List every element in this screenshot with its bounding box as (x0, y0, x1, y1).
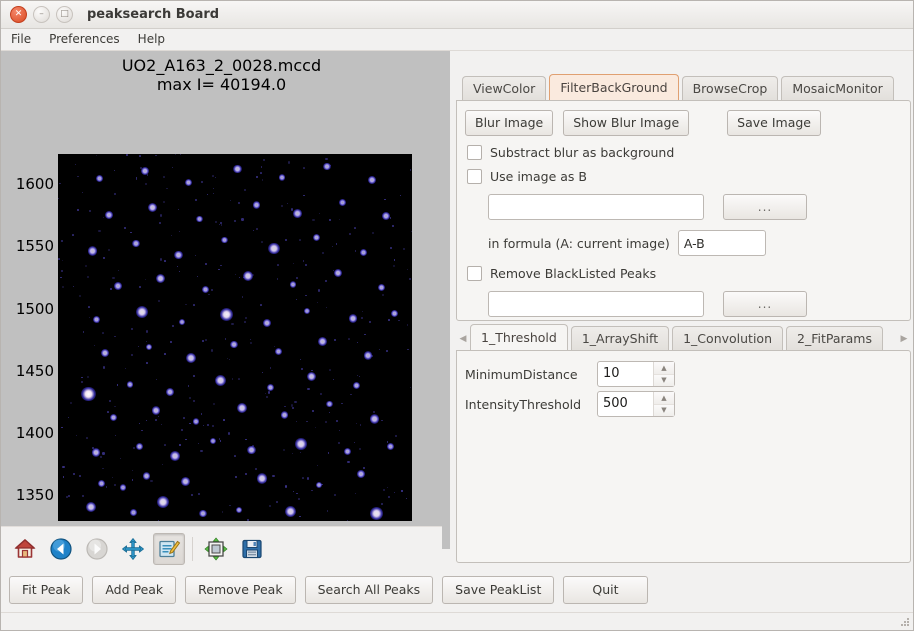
tab-filterbackground[interactable]: FilterBackGround (549, 74, 679, 101)
minimum-distance-value[interactable]: 10 (598, 362, 653, 386)
blacklist-path-input[interactable] (488, 291, 704, 317)
menu-item-preferences[interactable]: Preferences (49, 31, 129, 48)
subtract-blur-checkbox[interactable] (467, 145, 482, 160)
toolbar-separator (192, 536, 193, 561)
subtract-blur-label: Substract blur as background (490, 145, 675, 160)
intensity-threshold-stepper[interactable]: 500 ▲ ▼ (597, 391, 675, 417)
formula-label: in formula (A: current image) (488, 235, 670, 251)
fit-peak-button[interactable]: Fit Peak (9, 575, 84, 604)
y-tick-label: 1400 (15, 423, 54, 442)
threshold-panel: MinimumDistance 10 ▲ ▼ IntensityThreshol… (456, 350, 911, 563)
spin-down-icon[interactable]: ▼ (654, 374, 674, 386)
tab-1-convolution[interactable]: 1_Convolution (672, 326, 783, 351)
show-blur-image-button[interactable]: Show Blur Image (563, 110, 690, 136)
close-icon[interactable]: ✕ (10, 6, 27, 23)
tab-1-threshold[interactable]: 1_Threshold (470, 324, 568, 351)
browse-blacklist-button[interactable]: ... (723, 291, 807, 317)
top-tab-bar: ViewColor FilterBackGround BrowseCrop Mo… (456, 73, 911, 101)
use-image-as-b-label: Use image as B (490, 169, 587, 184)
back-arrow-icon[interactable] (45, 533, 77, 565)
spin-up-icon[interactable]: ▲ (654, 362, 674, 375)
tab-scroll-right-icon[interactable]: ▶ (897, 327, 911, 351)
menu-bar: File Preferences Help (1, 29, 913, 51)
browse-image-b-button[interactable]: ... (723, 194, 807, 220)
y-tick-label: 1500 (15, 299, 54, 318)
minimize-icon[interactable]: – (33, 6, 50, 23)
filterbackground-panel: Blur Image Show Blur Image Save Image Su… (456, 100, 911, 321)
application-window: ✕ – □ peaksearch Board File Preferences … (0, 0, 914, 631)
maximize-icon[interactable]: □ (56, 6, 73, 23)
spin-up-icon[interactable]: ▲ (654, 392, 674, 405)
tab-2-fitparams[interactable]: 2_FitParams (786, 326, 883, 351)
home-icon[interactable] (9, 533, 41, 565)
controls-pane: ViewColor FilterBackGround BrowseCrop Mo… (456, 51, 911, 567)
minimum-distance-label: MinimumDistance (465, 366, 578, 382)
matplotlib-nav-toolbar (1, 526, 442, 570)
tab-1-arrayshift[interactable]: 1_ArrayShift (570, 326, 670, 351)
minimum-distance-arrows[interactable]: ▲ ▼ (653, 362, 674, 386)
tab-mosaicmonitor[interactable]: MosaicMonitor (781, 76, 894, 101)
intensity-threshold-label: IntensityThreshold (465, 396, 582, 412)
menu-item-file[interactable]: File (11, 31, 40, 48)
pane-splitter[interactable] (442, 51, 456, 567)
save-image-button[interactable]: Save Image (727, 110, 821, 136)
axis-tick-labels: 1350140014501500155016001000105011001150… (1, 51, 442, 526)
status-bar (1, 612, 913, 630)
forward-arrow-icon (81, 533, 113, 565)
pan-move-icon[interactable] (117, 533, 149, 565)
tab-scroll-left-icon[interactable]: ◀ (456, 327, 470, 351)
title-bar: ✕ – □ peaksearch Board (1, 1, 913, 29)
action-button-bar: Fit Peak Add Peak Remove Peak Search All… (1, 567, 913, 612)
quit-button[interactable]: Quit (563, 575, 648, 604)
add-peak-button[interactable]: Add Peak (92, 575, 177, 604)
plot-pane: UO2_A163_2_0028.mccd max I= 40194.0 1350… (1, 51, 442, 570)
window-title: peaksearch Board (87, 7, 220, 22)
zoom-rect-icon[interactable] (153, 532, 185, 565)
y-tick-label: 1550 (15, 237, 54, 256)
figure-canvas[interactable]: UO2_A163_2_0028.mccd max I= 40194.0 1350… (1, 51, 442, 526)
resize-grip-icon[interactable] (899, 616, 911, 628)
bottom-tab-group: ◀ 1_Threshold 1_ArrayShift 1_Convolution… (456, 323, 911, 563)
subplot-config-icon[interactable] (200, 533, 232, 565)
tab-viewcolor[interactable]: ViewColor (462, 76, 547, 101)
menu-item-help[interactable]: Help (138, 31, 174, 48)
remove-peak-button[interactable]: Remove Peak (185, 575, 296, 604)
minimum-distance-stepper[interactable]: 10 ▲ ▼ (597, 361, 675, 387)
save-peaklist-button[interactable]: Save PeakList (442, 575, 555, 604)
top-tab-group: ViewColor FilterBackGround BrowseCrop Mo… (456, 73, 911, 321)
tab-browsecrop[interactable]: BrowseCrop (681, 76, 779, 101)
blur-image-button[interactable]: Blur Image (465, 110, 554, 136)
save-disk-icon[interactable] (236, 533, 268, 565)
y-tick-label: 1350 (15, 486, 54, 505)
bottom-tab-bar: ◀ 1_Threshold 1_ArrayShift 1_Convolution… (456, 323, 911, 351)
y-tick-label: 1450 (15, 361, 54, 380)
use-image-as-b-checkbox[interactable] (467, 169, 482, 184)
main-split: UO2_A163_2_0028.mccd max I= 40194.0 1350… (1, 51, 913, 570)
remove-blacklisted-peaks-label: Remove BlackListed Peaks (490, 266, 657, 281)
image-b-path-input[interactable] (488, 194, 704, 220)
search-all-peaks-button[interactable]: Search All Peaks (304, 575, 434, 604)
remove-blacklisted-peaks-checkbox[interactable] (467, 266, 482, 281)
y-tick-label: 1600 (15, 175, 54, 194)
intensity-threshold-value[interactable]: 500 (598, 392, 653, 416)
intensity-threshold-arrows[interactable]: ▲ ▼ (653, 392, 674, 416)
spin-down-icon[interactable]: ▼ (654, 404, 674, 416)
formula-input[interactable] (677, 230, 766, 256)
